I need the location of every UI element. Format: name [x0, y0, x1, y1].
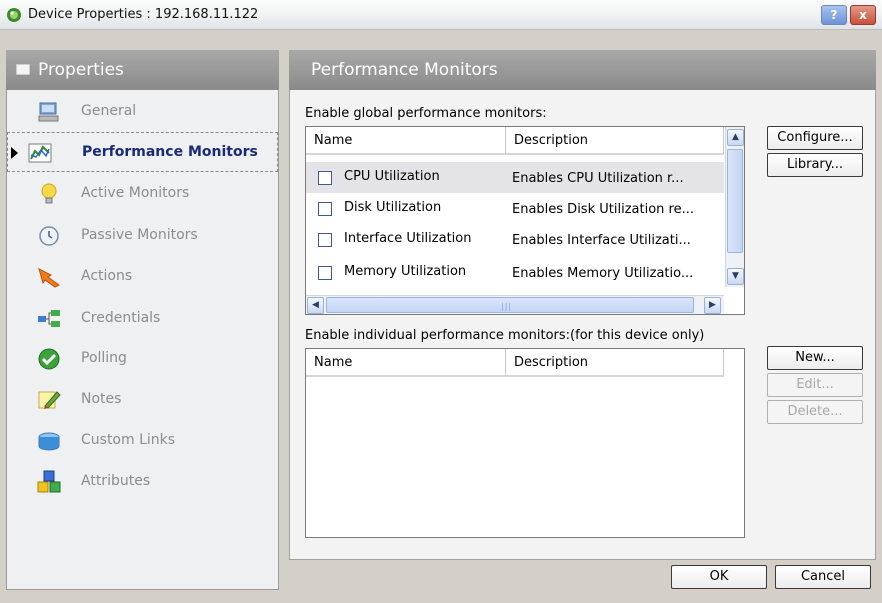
title-bar[interactable]: Device Properties : 192.168.11.122 ? x [0, 0, 882, 30]
column-header-description[interactable]: Description [506, 127, 724, 155]
row-name: Disk Utilization [344, 200, 442, 215]
help-button[interactable]: ? [821, 5, 847, 25]
scroll-up-icon[interactable]: ▲ [727, 129, 744, 146]
scroll-right-icon[interactable]: ▶ [704, 297, 721, 314]
sidebar-item-custom-links[interactable]: Custom Links [7, 421, 278, 461]
folder-icon [16, 64, 30, 75]
sidebar-item-passive-monitors[interactable]: Passive Monitors [7, 216, 278, 256]
chart-icon [28, 143, 52, 163]
table-row[interactable]: CPU Utilization Enables CPU Utilization … [306, 162, 724, 193]
sidebar-title: Properties [38, 60, 124, 80]
row-description: Enables Disk Utilization re... [512, 202, 694, 217]
sidebar-item-polling[interactable]: Polling [7, 339, 278, 379]
lightbulb-icon [41, 183, 57, 204]
row-checkbox[interactable] [318, 266, 332, 280]
individual-monitors-list[interactable]: Name Description [305, 348, 745, 538]
sidebar-item-credentials[interactable]: Credentials [7, 299, 278, 339]
close-button[interactable]: x [850, 5, 876, 25]
global-monitors-label: Enable global performance monitors: [305, 106, 547, 121]
sidebar-item-notes[interactable]: Notes [7, 380, 278, 420]
horizontal-scrollbar[interactable]: ◀ ||| ▶ [306, 295, 724, 314]
row-name: Interface Utilization [344, 231, 472, 246]
individual-monitors-label: Enable individual performance monitors:(… [305, 328, 705, 343]
table-row[interactable]: Memory Utilization Enables Memory Utiliz… [306, 257, 724, 288]
vertical-scrollbar[interactable]: ▲ ▼ [725, 127, 744, 287]
sidebar-item-general[interactable]: General [7, 92, 278, 132]
sidebar-item-label: Performance Monitors [82, 144, 258, 160]
library-button[interactable]: Library... [767, 153, 863, 177]
window-title: Device Properties : 192.168.11.122 [28, 7, 259, 22]
selected-arrow-icon [11, 147, 18, 159]
row-checkbox[interactable] [318, 202, 332, 216]
clock-icon [39, 226, 59, 246]
main-header: Performance Monitors [289, 50, 876, 90]
scroll-down-icon[interactable]: ▼ [727, 268, 744, 285]
sidebar-item-label: Active Monitors [81, 185, 190, 201]
global-monitors-list[interactable]: Name Description CPU Utilization Enables… [305, 126, 745, 315]
sidebar-item-label: Custom Links [81, 432, 176, 448]
row-description: Enables Memory Utilizatio... [512, 266, 694, 281]
row-description: Enables Interface Utilizati... [512, 233, 691, 248]
sidebar-item-attributes[interactable]: Attributes [7, 462, 278, 502]
app-icon [7, 8, 21, 22]
sidebar-item-label: Passive Monitors [81, 227, 198, 243]
table-row[interactable]: Disk Utilization Enables Disk Utilizatio… [306, 193, 724, 224]
network-icon [38, 310, 60, 327]
sidebar-item-label: Actions [81, 268, 133, 284]
horizontal-scroll-thumb[interactable]: ||| [326, 297, 694, 313]
row-name: CPU Utilization [344, 169, 440, 184]
row-checkbox[interactable] [318, 171, 332, 185]
device-properties-window: Device Properties : 192.168.11.122 ? x G… [0, 0, 882, 603]
sidebar-item-label: Credentials [81, 310, 161, 326]
sidebar-item-active-monitors[interactable]: Active Monitors [7, 174, 278, 214]
sidebar-item-actions[interactable]: Actions [7, 257, 278, 297]
delete-button[interactable]: Delete... [767, 400, 863, 424]
vertical-scroll-thumb[interactable] [727, 149, 743, 253]
scroll-grip-icon: ||| [501, 302, 513, 311]
pencil-icon [38, 391, 61, 409]
checkmark-icon [38, 348, 60, 370]
new-button[interactable]: New... [767, 346, 863, 370]
ok-button[interactable]: OK [671, 565, 767, 589]
configure-button[interactable]: Configure... [767, 126, 863, 150]
cancel-button[interactable]: Cancel [775, 565, 871, 589]
sidebar-header: Properties [6, 50, 279, 90]
arrow-icon [38, 268, 60, 288]
column-header-name[interactable]: Name [306, 349, 506, 377]
column-header-description[interactable]: Description [506, 349, 724, 377]
computer-icon [38, 102, 59, 122]
blocks-icon [37, 470, 61, 493]
sidebar-item-label: Attributes [81, 473, 151, 489]
sidebar-item-label: Polling [81, 350, 127, 366]
properties-sidebar: General Performance Monitors Active Moni… [6, 50, 279, 590]
row-name: Memory Utilization [344, 264, 467, 279]
row-checkbox[interactable] [318, 233, 332, 247]
table-row[interactable]: Interface Utilization Enables Interface … [306, 224, 724, 255]
sidebar-item-label: Notes [81, 391, 122, 407]
sidebar-item-label: General [81, 103, 137, 119]
page-title: Performance Monitors [311, 60, 498, 80]
sidebar-item-performance-monitors[interactable]: Performance Monitors [7, 132, 278, 172]
edit-button[interactable]: Edit... [767, 373, 863, 397]
row-description: Enables CPU Utilization r... [512, 171, 684, 186]
link-icon [38, 432, 60, 451]
column-header-name[interactable]: Name [306, 127, 506, 155]
scroll-left-icon[interactable]: ◀ [307, 297, 324, 314]
